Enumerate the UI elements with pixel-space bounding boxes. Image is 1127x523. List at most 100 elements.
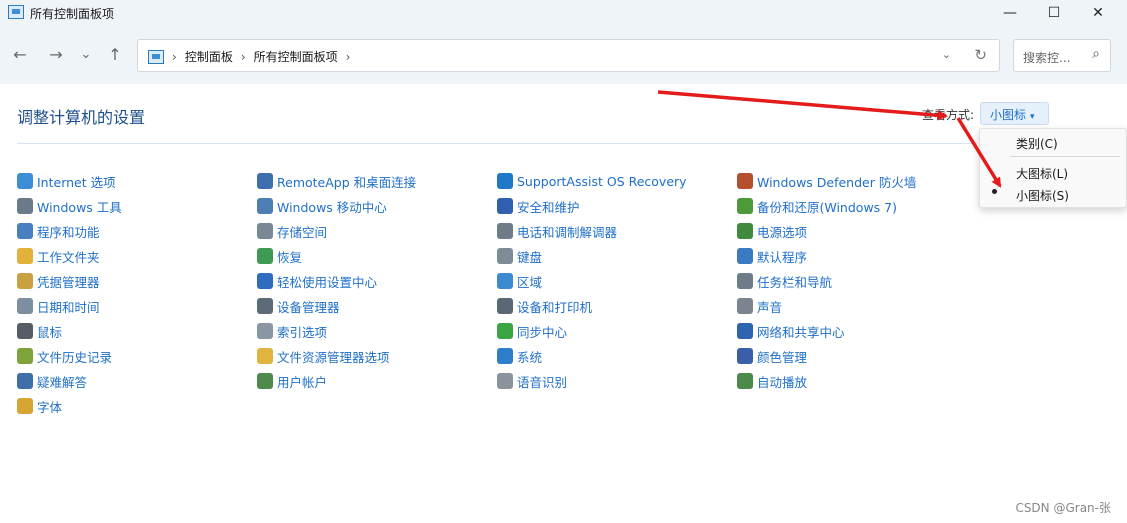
search-icon[interactable]: ⌕ [1092, 46, 1100, 62]
header-divider [17, 143, 977, 144]
control-panel-item[interactable]: 区域 [497, 270, 542, 292]
item-label: 网络和共享中心 [757, 324, 845, 340]
control-panel-item[interactable]: 凭据管理器 [17, 270, 100, 292]
item-label: 索引选项 [277, 324, 328, 340]
selected-bullet-icon [992, 189, 997, 194]
control-panel-item[interactable]: 任务栏和导航 [737, 270, 832, 292]
control-panel-item[interactable]: 网络和共享中心 [737, 320, 845, 342]
globe-icon [17, 173, 33, 189]
control-panel-item[interactable]: 日期和时间 [17, 295, 100, 317]
address-bar[interactable]: › 控制面板 › 所有控制面板项 › ⌄ ↻ [137, 39, 1000, 72]
close-button[interactable]: ✕ [1075, 0, 1121, 26]
title-bar: 所有控制面板项 — ☐ ✕ [0, 0, 1127, 26]
control-panel-item[interactable]: 存储空间 [257, 220, 327, 242]
item-label: 凭据管理器 [37, 274, 100, 290]
menu-item-large-icons[interactable]: 大图标(L) [1016, 165, 1068, 182]
control-panel-item[interactable]: SupportAssist OS Recovery [497, 170, 687, 192]
control-panel-item[interactable]: 轻松使用设置中心 [257, 270, 377, 292]
control-panel-item[interactable]: 系统 [497, 345, 542, 367]
breadcrumb-separator[interactable]: › [346, 50, 351, 64]
font-icon [17, 398, 33, 414]
item-label: 键盘 [517, 249, 543, 265]
control-panel-item[interactable]: 字体 [17, 395, 62, 417]
menu-item-small-icons[interactable]: 小图标(S) [1016, 187, 1069, 204]
item-label: 疑难解答 [37, 374, 88, 390]
phone-icon [497, 223, 513, 239]
control-panel-item[interactable]: 键盘 [497, 245, 542, 267]
breadcrumb-separator[interactable]: › [172, 50, 177, 64]
minimize-button[interactable]: — [987, 0, 1033, 26]
control-panel-item[interactable]: RemoteApp 和桌面连接 [257, 170, 416, 192]
system-icon [497, 348, 513, 364]
item-label: 声音 [757, 299, 783, 315]
control-panel-item[interactable]: 同步中心 [497, 320, 567, 342]
control-panel-item[interactable]: 疑难解答 [17, 370, 87, 392]
recovery-icon [257, 248, 273, 264]
item-label: 区域 [517, 274, 543, 290]
control-panel-item[interactable]: 默认程序 [737, 245, 807, 267]
maximize-button[interactable]: ☐ [1031, 0, 1077, 26]
item-label: 设备和打印机 [517, 299, 593, 315]
breadcrumb-all-items[interactable]: 所有控制面板项 [254, 48, 338, 65]
control-panel-item[interactable]: 声音 [737, 295, 782, 317]
item-label: 程序和功能 [37, 224, 100, 240]
control-panel-item[interactable]: 设备和打印机 [497, 295, 592, 317]
item-label: 语音识别 [517, 374, 568, 390]
taskbar-icon [737, 273, 753, 289]
item-label: 存储空间 [277, 224, 328, 240]
refresh-icon[interactable]: ↻ [974, 46, 987, 64]
view-by-dropdown[interactable]: 小图标 ▾ [980, 102, 1049, 125]
item-label: 颜色管理 [757, 349, 808, 365]
control-panel-item[interactable]: 设备管理器 [257, 295, 340, 317]
control-panel-item[interactable]: 文件资源管理器选项 [257, 345, 390, 367]
user-accounts-icon [257, 373, 273, 389]
watermark: CSDN @Gran-张 [1015, 501, 1111, 515]
view-by-label: 查看方式: [922, 108, 975, 122]
network-icon [737, 323, 753, 339]
item-label: 同步中心 [517, 324, 568, 340]
control-panel-item[interactable]: Windows 工具 [17, 195, 122, 217]
control-panel-item[interactable]: 电源选项 [737, 220, 807, 242]
folder-icon [17, 248, 33, 264]
address-dropdown-icon[interactable]: ⌄ [942, 48, 951, 61]
control-panel-item[interactable]: 鼠标 [17, 320, 62, 342]
menu-item-category[interactable]: 类别(C) [1016, 135, 1058, 152]
control-panel-item[interactable]: Internet 选项 [17, 170, 116, 192]
device-manager-icon [257, 298, 273, 314]
recent-locations-button[interactable]: ⌄ [76, 44, 96, 66]
forward-button[interactable]: → [46, 44, 66, 66]
credential-icon [17, 273, 33, 289]
control-panel-item[interactable]: Windows Defender 防火墙 [737, 170, 916, 192]
control-panel-item[interactable]: 恢复 [257, 245, 302, 267]
region-icon [497, 273, 513, 289]
troubleshoot-icon [17, 373, 33, 389]
control-panel-item[interactable]: 语音识别 [497, 370, 567, 392]
control-panel-item[interactable]: 索引选项 [257, 320, 327, 342]
control-panel-item[interactable]: 文件历史记录 [17, 345, 112, 367]
control-panel-item[interactable]: 备份和还原(Windows 7) [737, 195, 897, 217]
item-label: Windows Defender 防火墙 [757, 174, 917, 190]
control-panel-item[interactable]: 程序和功能 [17, 220, 100, 242]
back-button[interactable]: ← [10, 44, 30, 66]
control-panel-item[interactable]: 电话和调制解调器 [497, 220, 617, 242]
breadcrumb-separator[interactable]: › [241, 50, 246, 64]
firewall-icon [737, 173, 753, 189]
breadcrumb-control-panel[interactable]: 控制面板 [185, 48, 233, 65]
control-panel-item[interactable]: 用户帐户 [257, 370, 327, 392]
control-panel-item[interactable]: 颜色管理 [737, 345, 807, 367]
control-panel-item[interactable]: 工作文件夹 [17, 245, 100, 267]
control-panel-item[interactable]: 自动播放 [737, 370, 807, 392]
search-input[interactable]: 搜索控... ⌕ [1013, 39, 1111, 72]
item-label: 轻松使用设置中心 [277, 274, 378, 290]
control-panel-item[interactable]: Windows 移动中心 [257, 195, 387, 217]
item-label: 鼠标 [37, 324, 63, 340]
page-title: 调整计算机的设置 [17, 108, 146, 127]
item-label: 用户帐户 [277, 374, 328, 390]
up-button[interactable]: ↑ [105, 44, 125, 66]
storage-icon [257, 223, 273, 239]
view-by-value: 小图标 [990, 108, 1027, 122]
item-label: 自动播放 [757, 374, 808, 390]
control-panel-item[interactable]: 安全和维护 [497, 195, 580, 217]
menu-separator [1010, 156, 1120, 157]
gears-icon [17, 198, 33, 214]
